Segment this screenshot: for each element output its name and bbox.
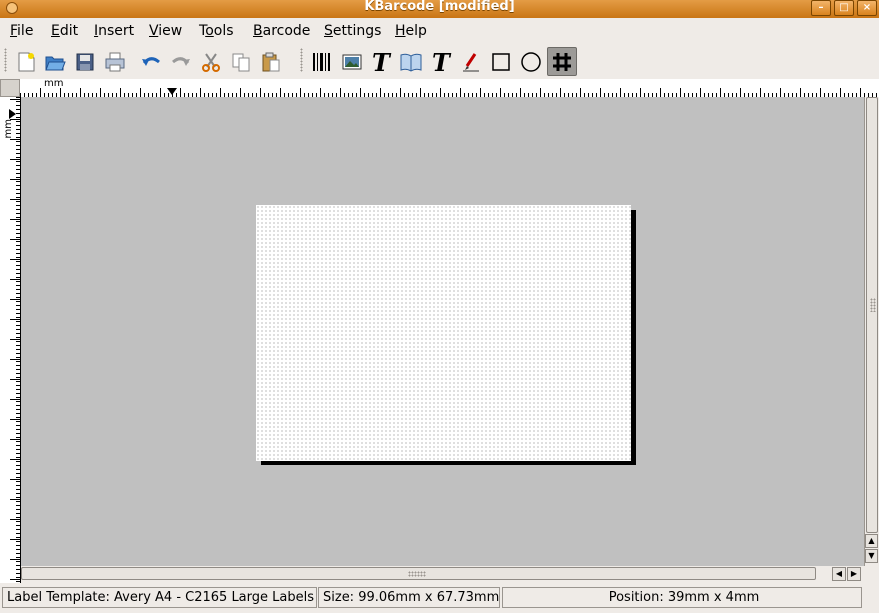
vertical-ruler: mm	[0, 97, 21, 583]
redo-icon[interactable]	[168, 49, 194, 75]
paste-icon[interactable]	[258, 49, 284, 75]
minimize-icon[interactable]: –	[811, 0, 831, 16]
label-page[interactable]	[256, 205, 631, 461]
undo-icon[interactable]	[138, 49, 164, 75]
horizontal-scroll-thumb[interactable]	[21, 567, 816, 580]
menu-insert[interactable]: Insert	[94, 23, 134, 39]
toolbar-grip-2[interactable]	[300, 48, 303, 72]
menu-help[interactable]: Help	[395, 23, 427, 39]
menu-tools[interactable]: Tools	[199, 23, 234, 39]
horizontal-scroll-grip	[408, 571, 426, 577]
cut-icon[interactable]	[198, 49, 224, 75]
status-label-template: Label Template: Avery A4 - C2165 Large L…	[2, 587, 317, 608]
scroll-up-icon[interactable]: ▲	[865, 534, 878, 548]
horizontal-scrollbar[interactable]: ◀ ▶	[21, 566, 864, 582]
menu-bar: File Edit Insert View Tools Barcode Sett…	[0, 18, 879, 44]
menu-view[interactable]: View	[149, 23, 182, 39]
scroll-right-icon[interactable]: ▶	[847, 567, 861, 581]
status-size: Size: 99.06mm x 67.73mm	[318, 587, 500, 608]
title-bar: KBarcode [modified] – □ ×	[0, 0, 879, 18]
scroll-down-icon[interactable]: ▼	[865, 549, 878, 563]
scroll-left-icon[interactable]: ◀	[832, 567, 846, 581]
vertical-scroll-grip	[870, 298, 876, 312]
menu-settings[interactable]: Settings	[324, 23, 381, 39]
grid-toggle-icon[interactable]	[547, 47, 577, 76]
vertical-scrollbar[interactable]: ▲ ▼	[864, 97, 879, 566]
svg-text:T: T	[432, 50, 452, 74]
status-position: Position: 39mm x 4mm	[502, 587, 862, 608]
status-bar: Label Template: Avery A4 - C2165 Large L…	[0, 586, 879, 613]
insert-picture-icon[interactable]	[339, 49, 365, 75]
vertical-ruler-unit-label: mm	[3, 119, 14, 139]
svg-text:T: T	[372, 50, 392, 74]
vertical-scroll-thumb[interactable]	[866, 97, 878, 533]
draw-rectangle-icon[interactable]	[488, 49, 514, 75]
new-document-icon[interactable]	[13, 49, 39, 75]
insert-text-icon[interactable]: T	[368, 49, 394, 75]
menu-barcode[interactable]: Barcode	[253, 23, 310, 39]
copy-icon[interactable]	[228, 49, 254, 75]
menu-file[interactable]: File	[10, 23, 33, 39]
label-canvas[interactable]	[21, 97, 864, 566]
vertical-ruler-marker	[9, 109, 16, 119]
main-toolbar: T T	[0, 44, 879, 78]
close-icon[interactable]: ×	[857, 0, 877, 16]
ruler-position-marker	[167, 88, 177, 95]
draw-line-icon[interactable]	[458, 49, 484, 75]
horizontal-ruler: mm	[20, 79, 879, 98]
open-folder-icon[interactable]	[42, 49, 68, 75]
window-title: KBarcode [modified]	[364, 0, 515, 14]
save-icon[interactable]	[72, 49, 98, 75]
insert-barcode-icon[interactable]	[309, 49, 335, 75]
maximize-icon[interactable]: □	[834, 0, 854, 16]
draw-ellipse-icon[interactable]	[518, 49, 544, 75]
toolbar-grip[interactable]	[4, 48, 7, 72]
print-icon[interactable]	[102, 49, 128, 75]
ruler-corner	[0, 79, 20, 97]
ruler-unit-label: mm	[44, 78, 64, 89]
insert-rich-text-icon[interactable]	[398, 49, 424, 75]
menu-edit[interactable]: Edit	[51, 23, 78, 39]
insert-text-alt-icon[interactable]: T	[428, 49, 454, 75]
